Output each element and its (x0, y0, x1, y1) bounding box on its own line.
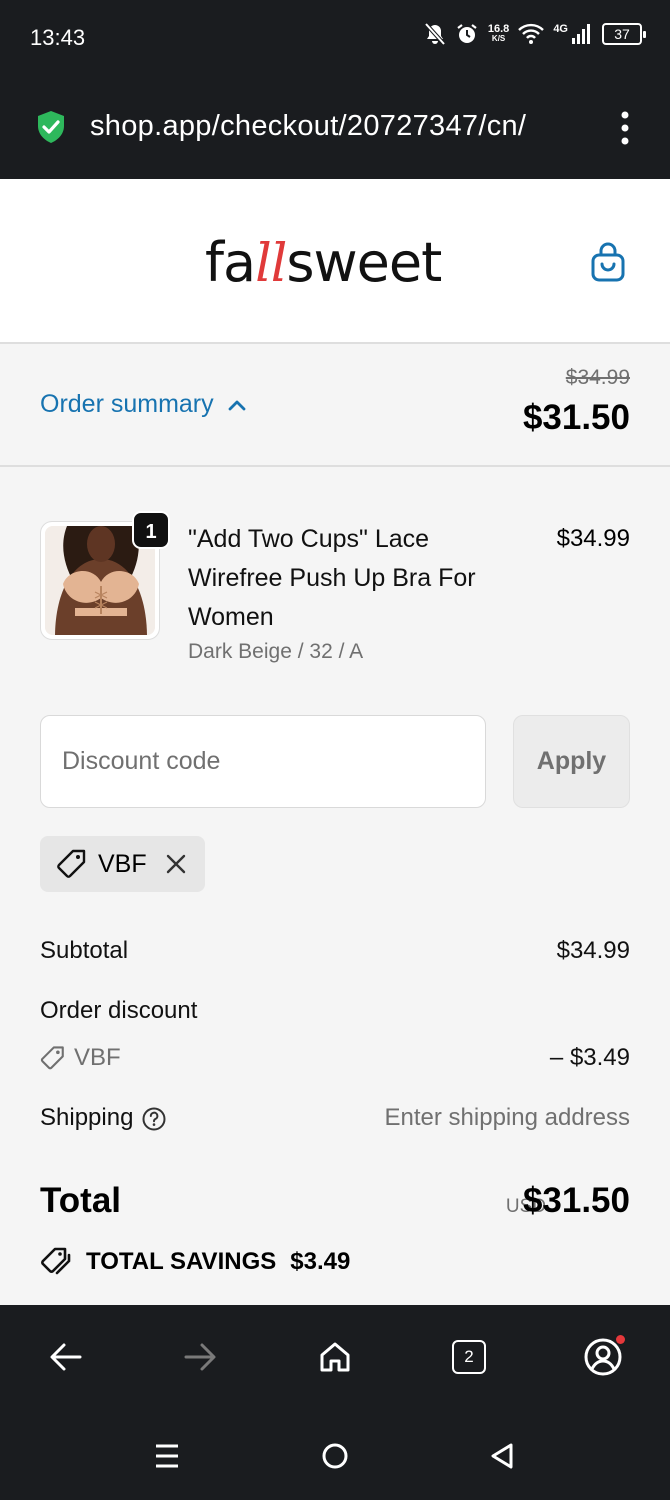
network-type: 4G (553, 23, 568, 35)
store-logo[interactable]: fallsweet (205, 231, 442, 294)
circle-icon[interactable] (321, 1442, 349, 1470)
tags-icon (41, 1247, 71, 1275)
total-value: $31.50 (522, 1181, 630, 1220)
tabs-icon[interactable]: 2 (452, 1340, 486, 1374)
forward-button[interactable] (178, 1335, 222, 1379)
url-text[interactable]: shop.app/checkout/20727347/cn/ (90, 110, 580, 143)
applied-code-text: VBF (98, 849, 147, 878)
order-summary-label[interactable]: Order summary (40, 390, 246, 419)
home-button[interactable] (313, 1335, 357, 1379)
status-time: 13:43 (30, 25, 86, 50)
network-speed: 16.8 K/S (487, 23, 510, 44)
status-icons: 16.8 K/S 4G 37 (424, 22, 646, 46)
order-discount-label: Order discount (40, 997, 198, 1024)
savings-label: TOTAL SAVINGS (86, 1248, 277, 1275)
shield-check-icon[interactable] (36, 110, 66, 144)
subtotal-value: $34.99 (556, 937, 630, 964)
wifi-icon (518, 23, 545, 44)
back-button[interactable] (44, 1335, 88, 1379)
total-label: Total (40, 1181, 122, 1220)
order-summary-toggle[interactable]: Order summary $34.99 $31.50 (0, 344, 670, 467)
triangle-back-icon[interactable] (489, 1442, 515, 1470)
chevron-up-icon (228, 400, 246, 410)
total-savings: TOTAL SAVINGS $3.49 (40, 1246, 350, 1278)
apply-discount-button[interactable]: Apply (513, 715, 630, 808)
status-bar: 13:43 16.8 K/S 4G 37 (0, 0, 670, 78)
question-circle-icon[interactable] (141, 1106, 167, 1132)
arrow-left-icon[interactable] (49, 1342, 83, 1372)
recent-apps-button[interactable] (149, 1438, 185, 1474)
browser-url-bar: shop.app/checkout/20727347/cn/ (0, 78, 670, 179)
notification-dot (616, 1335, 625, 1344)
order-discount-code: VBF (40, 1044, 121, 1072)
order-discount-value: – $3.49 (549, 1044, 630, 1071)
system-home-button[interactable] (317, 1438, 353, 1474)
remove-discount-button[interactable] (165, 853, 187, 875)
tabs-button[interactable]: 2 (447, 1335, 491, 1379)
discount-code-input[interactable] (40, 715, 486, 808)
home-icon[interactable] (318, 1340, 352, 1374)
alarm-icon (457, 24, 477, 43)
menu-icon[interactable] (154, 1443, 180, 1469)
bell-muted-icon (424, 22, 446, 46)
more-vert-icon[interactable] (620, 111, 630, 145)
shipping-value: Enter shipping address (384, 1104, 630, 1131)
browser-bottom-bar: 2 (0, 1305, 670, 1410)
original-price: $34.99 (565, 366, 630, 389)
arrow-right-icon[interactable] (183, 1342, 217, 1372)
store-header: fallsweet (0, 179, 670, 344)
shopping-bag-icon[interactable] (589, 242, 627, 282)
quantity-badge: 1 (132, 511, 170, 549)
applied-discount-chip: VBF (40, 836, 205, 892)
summary-total: $31.50 (522, 398, 630, 437)
profile-button[interactable] (581, 1335, 625, 1379)
product-title: "Add Two Cups" Lace Wirefree Push Up Bra… (188, 525, 476, 631)
battery-indicator: 37 (602, 23, 646, 45)
shipping-label: Shipping (40, 1104, 167, 1132)
product-price: $34.99 (556, 525, 630, 552)
product-variant: Dark Beige / 32 / A (188, 640, 364, 663)
system-nav-bar (0, 1410, 670, 1500)
tag-icon (40, 1046, 64, 1070)
close-icon[interactable] (165, 853, 187, 875)
subtotal-label: Subtotal (40, 937, 129, 964)
tag-icon (57, 849, 86, 878)
system-back-button[interactable] (484, 1438, 520, 1474)
savings-value: $3.49 (290, 1248, 351, 1275)
signal-icon (572, 24, 590, 44)
